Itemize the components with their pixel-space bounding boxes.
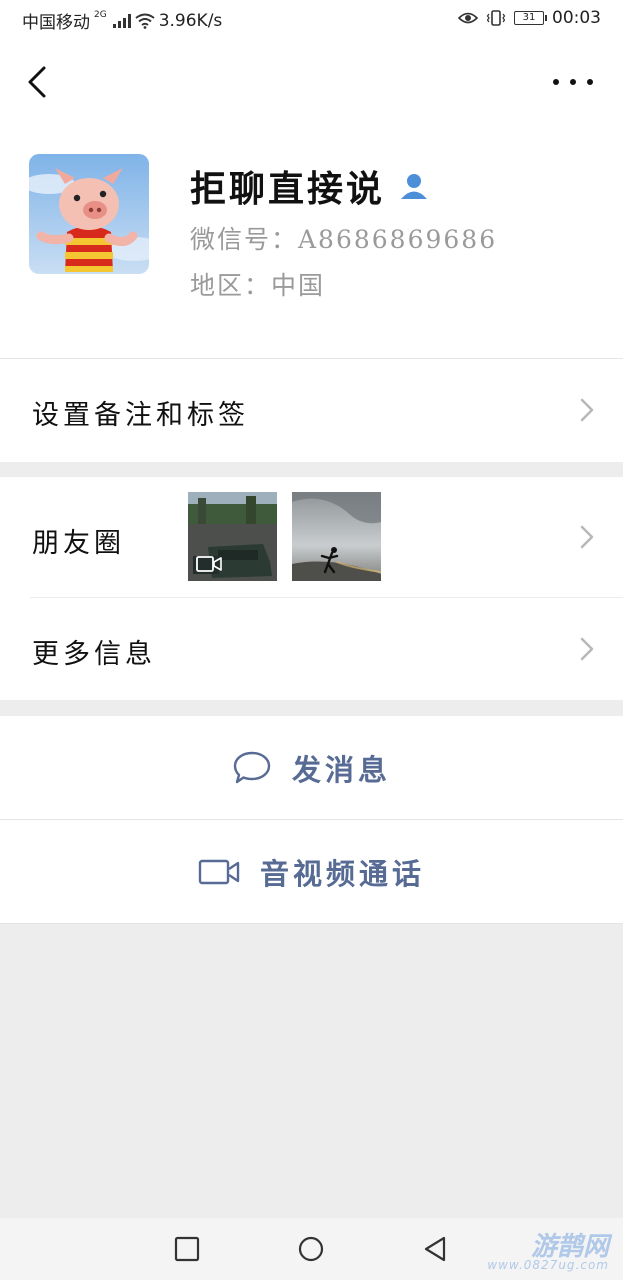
network-speed-label: 3.96K/s (158, 10, 223, 31)
vibrate-icon (486, 10, 506, 26)
wechat-id: 微信号：A8686869686 (190, 225, 498, 254)
remarks-tags-label: 设置备注和标签 (32, 400, 249, 431)
chevron-right-icon (580, 398, 594, 422)
send-message-label: 发消息 (291, 753, 391, 787)
video-icon (196, 556, 222, 572)
avatar[interactable] (29, 154, 149, 274)
more-info-label: 更多信息 (32, 639, 156, 670)
network-gen-label: 2G (94, 9, 107, 20)
chat-bubble-icon (233, 751, 271, 784)
battery-icon: 31 (514, 11, 547, 25)
divider (0, 923, 623, 924)
top-bar (0, 40, 623, 130)
moments-photo-thumbnail[interactable] (292, 492, 381, 581)
chevron-right-icon (580, 637, 594, 661)
remarks-tags-row[interactable]: 设置备注和标签 (0, 359, 623, 462)
carrier-label: 中国移动 (22, 13, 90, 33)
moments-video-thumbnail[interactable] (188, 492, 277, 581)
chevron-right-icon (580, 525, 594, 549)
more-dots-icon[interactable] (553, 70, 593, 94)
send-message-button[interactable]: 发消息 (0, 716, 623, 820)
eye-icon (458, 12, 478, 24)
video-call-button[interactable]: 音视频通话 (0, 820, 623, 924)
moments-group: 朋友圈 更多信息 (0, 477, 623, 700)
contact-name: 拒聊直接说 (190, 168, 386, 210)
video-camera-icon (198, 859, 240, 885)
clock-label: 00:03 (552, 8, 601, 28)
contact-person-icon (401, 174, 428, 199)
nav-back-icon[interactable] (422, 1236, 448, 1262)
signal-icon (112, 13, 131, 28)
watermark-url: www.0827ug.com (487, 1258, 609, 1272)
moments-row[interactable]: 朋友圈 (0, 477, 623, 597)
home-icon[interactable] (298, 1236, 324, 1262)
wifi-icon (135, 13, 155, 29)
profile-card: 拒聊直接说 微信号：A8686869686 地区：中国 (0, 130, 623, 358)
status-bar: 中国移动 2G 3.96K/s 31 00:03 (0, 0, 623, 40)
video-call-label: 音视频通话 (259, 857, 425, 891)
system-nav-bar: 游鹊网 www.0827ug.com (0, 1218, 623, 1280)
recent-apps-icon[interactable] (174, 1236, 200, 1262)
moments-label: 朋友圈 (32, 528, 125, 559)
battery-level: 31 (522, 12, 536, 23)
region: 地区：中国 (190, 271, 326, 300)
more-info-row[interactable]: 更多信息 (0, 598, 623, 700)
back-chevron-icon[interactable] (22, 62, 52, 102)
